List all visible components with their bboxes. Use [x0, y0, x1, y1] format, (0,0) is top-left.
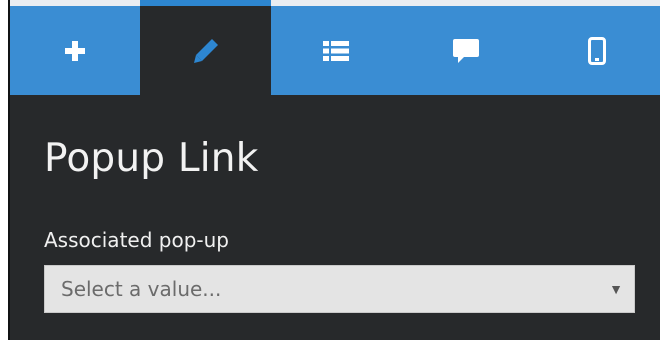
tab-mobile[interactable] — [532, 6, 660, 95]
tab-edit[interactable] — [140, 0, 271, 95]
tab-bar — [10, 0, 660, 95]
editor-panel: Popup Link Associated pop-up Select a va… — [8, 0, 660, 340]
chevron-down-icon: ▼ — [609, 281, 623, 297]
list-icon — [319, 34, 353, 68]
pencil-icon — [189, 34, 223, 68]
select-placeholder: Select a value... — [61, 277, 222, 301]
associated-popup-select[interactable]: Select a value... ▼ — [44, 265, 635, 313]
associated-popup-label: Associated pop-up — [44, 228, 229, 252]
mobile-phone-icon — [580, 34, 614, 68]
speech-bubble-icon — [449, 34, 483, 68]
tab-comment[interactable] — [401, 6, 531, 95]
tab-list[interactable] — [271, 6, 401, 95]
plus-icon — [58, 34, 92, 68]
editor-frame: Popup Link Associated pop-up Select a va… — [0, 0, 660, 351]
tab-add[interactable] — [10, 6, 140, 95]
page-title: Popup Link — [44, 136, 259, 181]
